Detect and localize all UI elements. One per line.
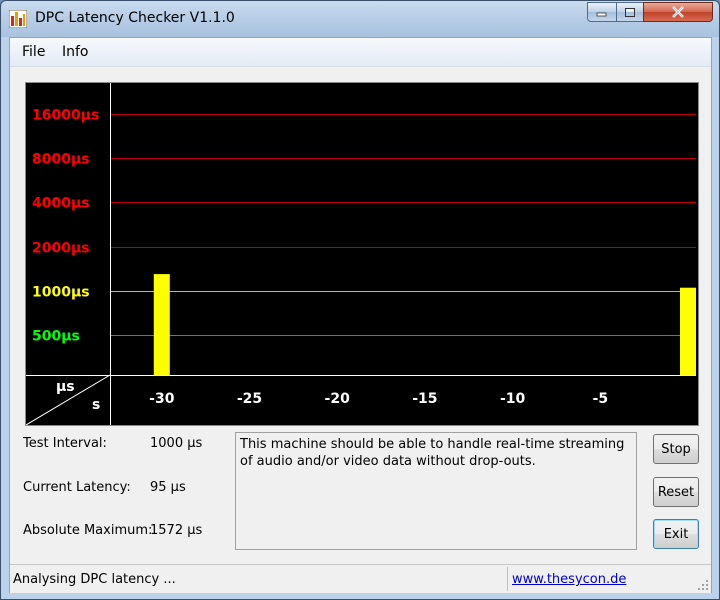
stop-button[interactable]: Stop [653, 434, 699, 464]
app-bar-chart-icon [9, 10, 27, 28]
status-text: Analysing DPC latency ... [13, 572, 176, 587]
test-interval-label: Test Interval: [23, 436, 107, 451]
current-latency-label: Current Latency: [23, 480, 131, 495]
exit-button[interactable]: Exit [653, 519, 699, 549]
x-tick-label: -25 [237, 391, 262, 407]
y-tick-label: 500µs [32, 329, 80, 345]
x-tick-label: -30 [149, 391, 175, 407]
current-latency-value: 95 µs [150, 480, 186, 495]
y-tick-label: 2000µs [32, 241, 90, 257]
test-interval-value: 1000 µs [150, 436, 203, 451]
absolute-maximum-label: Absolute Maximum: [23, 523, 153, 538]
minimize-icon [596, 12, 607, 17]
minimize-button[interactable] [587, 2, 617, 22]
x-tick-label: -20 [325, 391, 351, 407]
latency-graph: 16000µs 8000µs 4000µs 2000µs 1000µs 500µs µs s -… [25, 82, 699, 426]
title-bar[interactable]: DPC Latency Checker V1.1.0 [1, 1, 719, 37]
latency-bar [680, 287, 696, 375]
menu-file[interactable]: File [22, 44, 45, 60]
absolute-maximum-value: 1572 µs [150, 523, 203, 538]
maximize-button[interactable] [616, 2, 644, 22]
y-tick-label: 1000µs [32, 285, 90, 301]
resize-grip-icon[interactable] [697, 579, 709, 591]
close-icon [672, 6, 684, 18]
menu-bar: File Info [10, 38, 711, 67]
x-tick-label: -10 [500, 391, 526, 407]
status-message-box: This machine should be able to handle re… [235, 432, 637, 550]
y-tick-label: 16000µs [32, 108, 99, 124]
app-window: DPC Latency Checker V1.1.0 File Info 160… [0, 0, 720, 600]
latency-bar [153, 274, 170, 375]
window-title: DPC Latency Checker V1.1.0 [35, 10, 235, 26]
client-area: File Info 16000µs 8000µs 4000µs 2000µs 1000µ… [9, 37, 712, 593]
website-link[interactable]: www.thesycon.de [512, 572, 626, 587]
maximize-icon [625, 7, 635, 17]
status-bar: Analysing DPC latency ... www.thesycon.d… [10, 564, 711, 593]
status-divider [507, 567, 508, 591]
x-tick-label: -5 [593, 391, 609, 407]
y-unit-label: µs [56, 379, 75, 395]
y-tick-label: 8000µs [32, 152, 90, 168]
menu-info[interactable]: Info [62, 44, 89, 60]
close-button[interactable] [643, 2, 713, 22]
y-tick-label: 4000µs [32, 196, 90, 212]
latency-chart-svg: 16000µs 8000µs 4000µs 2000µs 1000µs 500µs µs s -… [26, 83, 696, 425]
x-unit-label: s [92, 397, 100, 413]
x-tick-label: -15 [412, 391, 437, 407]
reset-button[interactable]: Reset [653, 477, 699, 507]
